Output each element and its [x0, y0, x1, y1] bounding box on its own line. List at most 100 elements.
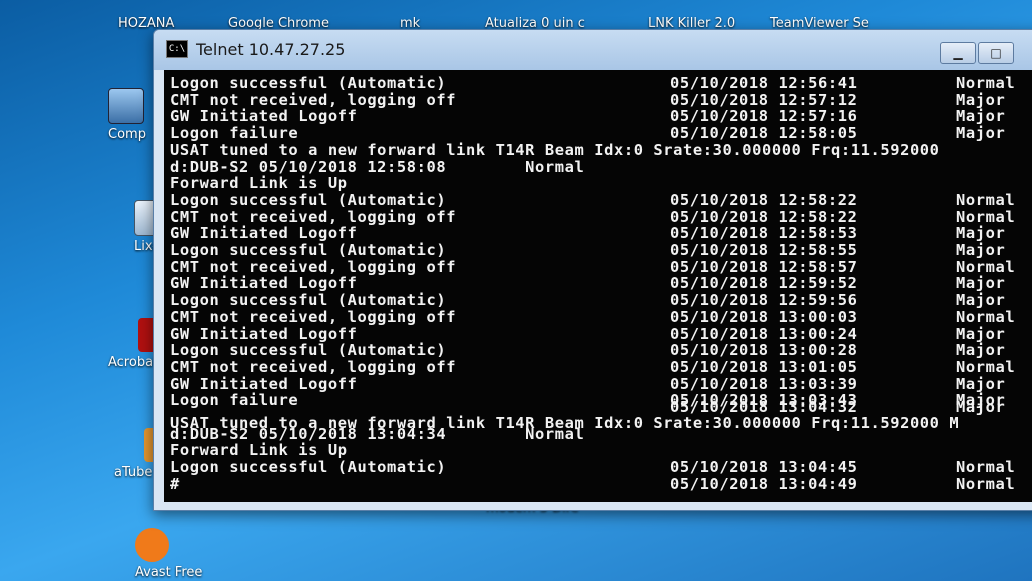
log-message: Logon failure: [170, 391, 299, 410]
log-message: Logon successful (Automatic): [170, 458, 447, 477]
console-output[interactable]: Logon successful (Automatic) 05/10/2018 1…: [164, 70, 1032, 502]
console-line: Logon failure 05/10/2018 12:58:05 Major: [170, 124, 1032, 143]
log-message: CMT not received, logging off: [170, 307, 457, 326]
console-line: Logon failure 05/10/2018 13:03:43 Major: [170, 391, 1032, 410]
log-severity: Normal: [956, 257, 1016, 276]
log-severity: Normal: [956, 207, 1016, 226]
log-timestamp: 05/10/2018 12:57:16: [670, 107, 858, 126]
log-timestamp: 05/10/2018 13:01:05: [670, 357, 858, 376]
log-message: Logon successful (Automatic): [170, 291, 447, 310]
desktop-icon-label: Comp: [108, 127, 146, 142]
log-timestamp: 05/10/2018 12:59:56: [670, 291, 858, 310]
log-timestamp: 05/10/2018 13:00:03: [670, 307, 858, 326]
log-severity: Major: [956, 324, 1006, 343]
desktop-icon-avast[interactable]: Avast Free: [135, 528, 202, 580]
maximize-button[interactable]: □: [978, 42, 1014, 64]
log-timestamp: 05/10/2018 12:58:53: [670, 224, 858, 243]
log-severity: Major: [956, 341, 1006, 360]
log-severity: Normal: [956, 458, 1016, 477]
log-severity: Normal: [956, 357, 1016, 376]
log-message: GW Initiated Logoff: [170, 107, 358, 126]
window-title: Telnet 10.47.27.25: [196, 40, 346, 59]
console-line: USAT tuned to a new forward link T14R Be…: [170, 140, 1032, 159]
console-line: CMT not received, logging off 05/10/2018 …: [170, 307, 1032, 326]
log-severity: Major: [956, 274, 1006, 293]
console-line: CMT not received, logging off 05/10/2018 …: [170, 357, 1032, 376]
log-severity: Major: [956, 291, 1006, 310]
console-text: d:DUB-S2 05/10/2018 13:04:34 Normal: [170, 424, 585, 443]
console-line: CMT not received, logging off 05/10/2018 …: [170, 207, 1032, 226]
log-timestamp: 05/10/2018 13:03:39: [670, 374, 858, 393]
telnet-window[interactable]: C:\ Telnet 10.47.27.25 ▁ □ Logon success…: [153, 29, 1032, 511]
console-line: GW Initiated Logoff 05/10/2018 12:57:16 Ma…: [170, 107, 1032, 126]
log-message: Logon successful (Automatic): [170, 190, 447, 209]
log-message: Logon successful (Automatic): [170, 241, 447, 259]
console-line: Logon successful (Automatic) 05/10/2018 1…: [170, 291, 1032, 310]
console-line: USAT tuned to a new forward link T14R Be…: [170, 398, 1032, 432]
log-timestamp: 05/10/2018 12:58:55: [670, 241, 858, 259]
console-text: Forward Link is Up: [170, 174, 348, 193]
desktop-icon-computer[interactable]: Comp: [108, 88, 146, 142]
log-timestamp: 05/10/2018 13:00:28: [670, 341, 858, 360]
avast-icon: [135, 528, 169, 562]
log-message: GW Initiated Logoff: [170, 324, 358, 343]
console-line: Logon successful (Automatic) 05/10/2018 1…: [170, 241, 1032, 259]
console-text: d:DUB-S2 05/10/2018 12:58:08 Normal: [170, 157, 585, 176]
console-line: CMT not received, logging off 05/10/2018 …: [170, 257, 1032, 276]
log-severity: Normal: [956, 74, 1016, 92]
console-line: Logon successful (Automatic) 05/10/2018 1…: [170, 74, 1032, 92]
console-line: Logon successful (Automatic) 05/10/2018 1…: [170, 341, 1032, 360]
console-text: Forward Link is Up: [170, 441, 348, 460]
log-message: Logon successful (Automatic): [170, 341, 447, 360]
console-line: Logon successful (Automatic) 05/10/2018 1…: [170, 458, 1032, 477]
log-severity: Major: [956, 107, 1006, 126]
console-text: USAT tuned to a new forward link T14R Be…: [170, 140, 940, 159]
log-message: Logon successful (Automatic): [170, 74, 447, 92]
log-timestamp: 05/10/2018 12:58:22: [670, 207, 858, 226]
computer-icon: [108, 88, 144, 124]
cmd-icon: C:\: [166, 40, 188, 58]
log-message: CMT not received, logging off: [170, 207, 457, 226]
log-severity: Major: [956, 124, 1006, 143]
log-timestamp: 05/10/2018 12:56:41: [670, 74, 858, 92]
console-line: #05/10/2018 13:04:49 Normal: [170, 474, 1032, 493]
console-line: GW Initiated Logoff 05/10/2018 13:00:24 Ma…: [170, 324, 1032, 343]
log-severity: Normal: [956, 307, 1016, 326]
log-severity: Major: [956, 241, 1006, 259]
console-line: GW Initiated Logoff 05/10/2018 13:03:39 Ma…: [170, 374, 1032, 393]
log-timestamp: 05/10/2018 13:00:24: [670, 324, 858, 343]
log-severity: Normal: [956, 190, 1016, 209]
console-line: CMT not received, logging off 05/10/2018 …: [170, 90, 1032, 109]
log-severity: Major: [956, 90, 1006, 109]
console-line: Forward Link is Up: [170, 441, 1032, 460]
log-timestamp: 05/10/2018 12:58:22: [670, 190, 858, 209]
log-timestamp: 05/10/2018 13:04:49: [670, 474, 858, 493]
log-timestamp: 05/10/2018 13:04:32: [670, 398, 858, 416]
log-severity: Major: [956, 374, 1006, 393]
log-timestamp: 05/10/2018 12:59:52: [670, 274, 858, 293]
log-message: Logon failure: [170, 124, 299, 143]
log-message: #: [170, 474, 180, 493]
desktop-icon-label: Avast Free: [135, 565, 203, 580]
minimize-button[interactable]: ▁: [940, 42, 976, 64]
log-message: GW Initiated Logoff: [170, 274, 358, 293]
console-line: d:DUB-S2 05/10/2018 13:04:34 Normal: [170, 424, 1032, 443]
log-severity: Normal: [956, 474, 1016, 493]
window-titlebar[interactable]: C:\ Telnet 10.47.27.25 ▁ □: [154, 30, 1032, 70]
log-message: CMT not received, logging off: [170, 90, 457, 109]
log-timestamp: 05/10/2018 13:04:45: [670, 458, 858, 477]
log-timestamp: 05/10/2018 12:58:05: [670, 124, 858, 143]
log-message: GW Initiated Logoff: [170, 224, 358, 243]
log-message: CMT not received, logging off: [170, 357, 457, 376]
log-timestamp: 05/10/2018 12:58:57: [670, 257, 858, 276]
log-severity: Major: [956, 398, 1006, 416]
console-line: Logon successful (Automatic) 05/10/2018 1…: [170, 190, 1032, 209]
log-message: CMT not received, logging off: [170, 257, 457, 276]
log-timestamp: 05/10/2018 12:57:12: [670, 90, 858, 109]
log-message: GW Initiated Logoff: [170, 374, 358, 393]
console-line: GW Initiated Logoff 05/10/2018 12:59:52 Ma…: [170, 274, 1032, 293]
console-line: GW Initiated Logoff 05/10/2018 12:58:53 Ma…: [170, 224, 1032, 243]
log-severity: Major: [956, 224, 1006, 243]
console-line: d:DUB-S2 05/10/2018 12:58:08 Normal: [170, 157, 1032, 176]
console-line: Forward Link is Up: [170, 174, 1032, 193]
